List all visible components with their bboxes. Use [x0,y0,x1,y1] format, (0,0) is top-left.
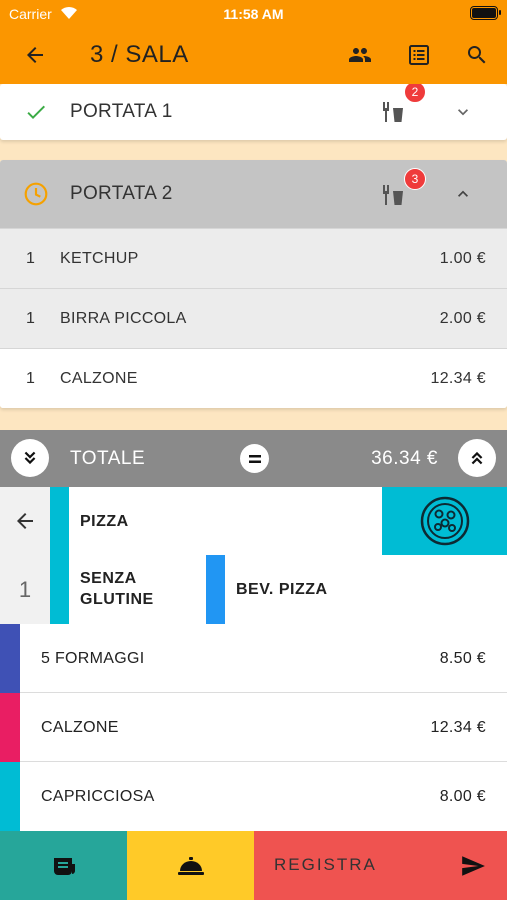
status-bar: Carrier 11:58 AM [0,0,507,28]
order-item-row[interactable]: 1 BIRRA PICCOLA 2.00 € [0,288,507,348]
page-title: 3 / SALA [90,41,189,68]
item-qty: 1 [26,369,36,387]
course-card[interactable]: PORTATA 2 3 1 KETCHUP 1.00 € 1 BIRRA PIC… [0,160,507,408]
subcategory-label: SENZA GLUTINE [80,570,154,608]
registra-label: REGISTRA [274,855,377,874]
product-item[interactable]: CAPRICCIOSA 8.00 € [0,762,507,831]
category-color-bar [50,487,69,624]
product-item[interactable]: CALZONE 12.34 € [0,693,507,762]
chevron-up-icon[interactable] [448,179,478,209]
call-waiter-button[interactable] [127,831,254,900]
product-item[interactable]: 5 FORMAGGI 8.50 € [0,624,507,693]
product-price: 8.50 € [439,649,486,667]
service-bell-icon [177,856,204,875]
cutlery-cup-icon [380,96,410,126]
chevron-down-icon[interactable] [448,97,478,127]
total-label: TOTALE [70,448,146,469]
product-color-stripe [0,693,20,762]
product-name: CALZONE [41,718,119,736]
course-badge: 3 [404,168,426,190]
subcategory-senza-glutine[interactable]: SENZA GLUTINE [69,555,206,624]
item-price: 12.34 € [430,369,486,387]
category-title[interactable]: PIZZA [80,511,129,532]
status-time: 11:58 AM [223,6,284,22]
clock-icon [22,180,50,208]
send-icon [462,856,485,876]
pizza-icon [382,487,507,555]
people-icon [349,48,371,62]
receipt-icon [53,857,75,875]
item-name: BIRRA PICCOLA [60,309,187,327]
product-color-stripe [0,624,20,693]
bill-button[interactable] [402,40,436,70]
arrow-back-icon [27,47,43,63]
item-qty: 1 [26,309,36,327]
print-receipt-button[interactable] [0,831,127,900]
item-name: KETCHUP [60,249,139,267]
item-price: 1.00 € [439,249,486,267]
collapse-all-button[interactable] [11,439,49,477]
guests-button[interactable] [343,40,377,70]
registra-button[interactable]: REGISTRA [254,831,507,900]
product-color-stripe [0,762,20,831]
search-icon [468,46,486,64]
battery-icon [470,6,501,20]
total-value: 36.34 € [371,448,438,469]
check-icon [22,98,50,126]
subcategory-label: BEV. PIZZA [236,581,328,598]
course-name: PORTATA 2 [70,183,173,204]
product-name: 5 FORMAGGI [41,649,145,667]
course-header[interactable]: PORTATA 1 2 [0,84,507,140]
double-chevron-up-icon [471,451,483,465]
action-bar: REGISTRA [0,831,507,900]
course-name: PORTATA 1 [70,101,173,122]
arrow-back-icon [17,513,33,529]
product-name: CAPRICCIOSA [41,787,155,805]
course-badge: 2 [404,84,426,103]
search-button[interactable] [460,40,494,70]
category-selector: 1 PIZZA SENZA GLUTINE BEV. PIZZA [0,487,507,624]
app-header: Carrier 11:58 AM 3 / SALA [0,0,507,84]
total-bar: TOTALE 36.34 € [0,430,507,487]
course-header[interactable]: PORTATA 2 3 [0,160,507,228]
item-name: CALZONE [60,369,138,387]
back-button[interactable] [18,40,52,70]
courses-panel: PORTATA 1 2 PORTATA 2 3 1 KETCHUP 1.00 €… [0,84,507,430]
item-qty: 1 [26,249,36,267]
order-item-row[interactable]: 1 CALZONE 12.34 € [0,348,507,408]
expand-all-button[interactable] [458,439,496,477]
order-item-row[interactable]: 1 KETCHUP 1.00 € [0,228,507,288]
subcategory-color-bar [206,555,225,624]
subcategory-bev-pizza[interactable]: BEV. PIZZA [225,555,382,624]
product-list: 5 FORMAGGI 8.50 € CALZONE 12.34 € CAPRIC… [0,624,507,831]
product-price: 8.00 € [439,787,486,805]
product-price: 12.34 € [430,718,486,736]
quantity-selector[interactable]: 1 [0,555,50,624]
receipt-list-icon [409,45,429,65]
course-card[interactable]: PORTATA 1 2 [0,84,507,140]
double-chevron-down-icon [24,451,36,465]
equals-icon[interactable] [240,444,269,473]
item-price: 2.00 € [439,309,486,327]
category-back-button[interactable] [0,487,50,555]
